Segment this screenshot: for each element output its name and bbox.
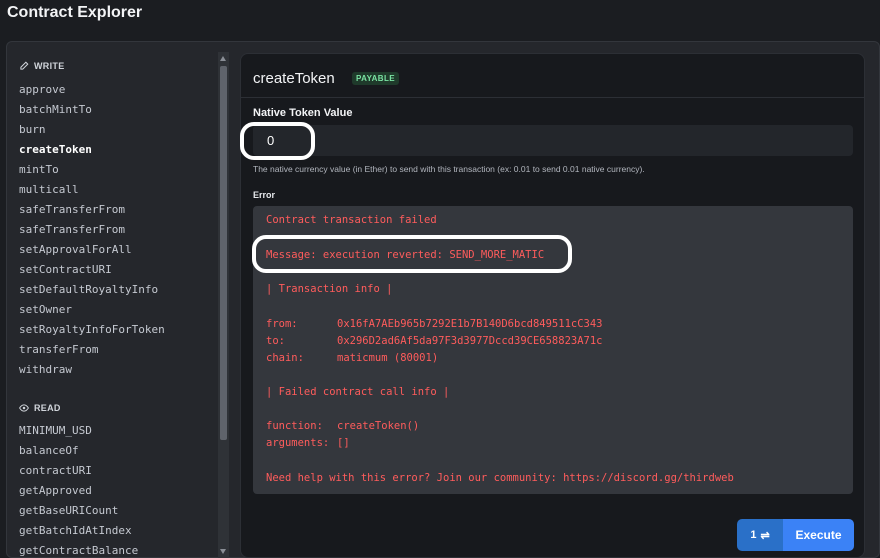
error-title: Contract transaction failed — [266, 214, 437, 226]
write-fn-item[interactable]: setRoyaltyInfoForToken — [19, 320, 165, 340]
read-fn-item[interactable]: contractURI — [19, 461, 138, 481]
function-title: createToken — [253, 70, 335, 87]
function-sidebar: WRITE approve batchMintTo burn createToken m… — [6, 41, 230, 558]
tx-info-header: | Transaction info | — [266, 283, 393, 295]
payable-badge: PAYABLE — [352, 72, 399, 85]
scroll-thumb[interactable] — [220, 66, 227, 440]
error-help: Need help with this error? Join our comm… — [266, 472, 734, 484]
message-highlight-ring — [252, 235, 572, 273]
read-fn-item[interactable]: getApproved — [19, 481, 138, 501]
chain-key: chain: — [266, 352, 304, 364]
execute-count-value: 1 — [750, 529, 757, 541]
write-fn-item[interactable]: setDefaultRoyaltyInfo — [19, 280, 165, 300]
read-fn-item[interactable]: getContractBalance — [19, 541, 138, 558]
arguments-key: arguments: — [266, 437, 330, 449]
write-fn-item[interactable]: setApprovalForAll — [19, 240, 165, 260]
native-token-help: The native currency value (in Ether) to … — [253, 164, 645, 174]
pencil-icon — [20, 61, 29, 70]
scroll-down-icon[interactable] — [220, 549, 226, 554]
read-fn-item[interactable]: getBatchIdAtIndex — [19, 521, 138, 541]
write-fn-item[interactable]: mintTo — [19, 160, 165, 180]
write-fn-item[interactable]: batchMintTo — [19, 100, 165, 120]
write-fn-item[interactable]: withdraw — [19, 360, 165, 380]
page-title: Contract Explorer — [7, 4, 143, 21]
execute-label: Execute — [783, 519, 854, 551]
write-section-header: WRITE — [19, 61, 65, 71]
scroll-up-icon[interactable] — [220, 56, 226, 61]
eye-icon — [19, 404, 29, 412]
sidebar-scrollbar[interactable] — [218, 52, 229, 558]
from-row: from: 0x16fA7AEb965b7292E1b7B140D6bcd8495… — [266, 318, 603, 330]
write-fn-item[interactable]: createToken — [19, 140, 165, 160]
chain-row: chain: maticmum (80001) — [266, 352, 438, 364]
to-key: to: — [266, 335, 285, 347]
function-row: function: createToken() — [266, 420, 419, 432]
value-highlight-ring — [240, 122, 315, 160]
function-card: createToken PAYABLE Native Token Value T… — [240, 53, 865, 558]
write-fn-item[interactable]: safeTransferFrom — [19, 220, 165, 240]
write-fn-item[interactable]: setOwner — [19, 300, 165, 320]
write-function-list: approve batchMintTo burn createToken mintTo m… — [19, 80, 165, 380]
read-function-list: MINIMUM_USD balanceOf contractURI getApprov… — [19, 421, 138, 558]
to-value: 0x296D2ad6Af5da97F3d3977Dccd39CE658823A7… — [337, 335, 603, 347]
chain-value: maticmum (80001) — [337, 352, 439, 364]
write-fn-item[interactable]: multicall — [19, 180, 165, 200]
error-label: Error — [253, 190, 276, 200]
to-row: to: 0x296D2ad6Af5da97F3d3977Dccd39CE65882… — [266, 335, 603, 347]
from-key: from: — [266, 318, 298, 330]
swap-icon: ⇌ — [760, 529, 770, 542]
write-heading: WRITE — [34, 61, 65, 71]
arguments-value: [] — [337, 437, 350, 449]
from-value: 0x16fA7AEb965b7292E1b7B140D6bcd849511cC3… — [337, 318, 603, 330]
function-value: createToken() — [337, 420, 420, 432]
call-info-header: | Failed contract call info | — [266, 386, 450, 398]
write-fn-item[interactable]: safeTransferFrom — [19, 200, 165, 220]
execute-button[interactable]: 1 ⇌ Execute — [737, 519, 854, 551]
write-fn-item[interactable]: approve — [19, 80, 165, 100]
write-fn-item[interactable]: transferFrom — [19, 340, 165, 360]
execute-count[interactable]: 1 ⇌ — [737, 519, 783, 551]
card-header: createToken PAYABLE — [241, 54, 864, 98]
function-key: function: — [266, 420, 323, 432]
write-fn-item[interactable]: setContractURI — [19, 260, 165, 280]
read-section-header: READ — [19, 403, 61, 413]
read-fn-item[interactable]: balanceOf — [19, 441, 138, 461]
write-fn-item[interactable]: burn — [19, 120, 165, 140]
native-token-input[interactable] — [253, 125, 853, 156]
native-token-label: Native Token Value — [253, 107, 353, 119]
read-heading: READ — [34, 403, 61, 413]
read-fn-item[interactable]: getBaseURICount — [19, 501, 138, 521]
arguments-row: arguments: [] — [266, 437, 350, 449]
read-fn-item[interactable]: MINIMUM_USD — [19, 421, 138, 441]
